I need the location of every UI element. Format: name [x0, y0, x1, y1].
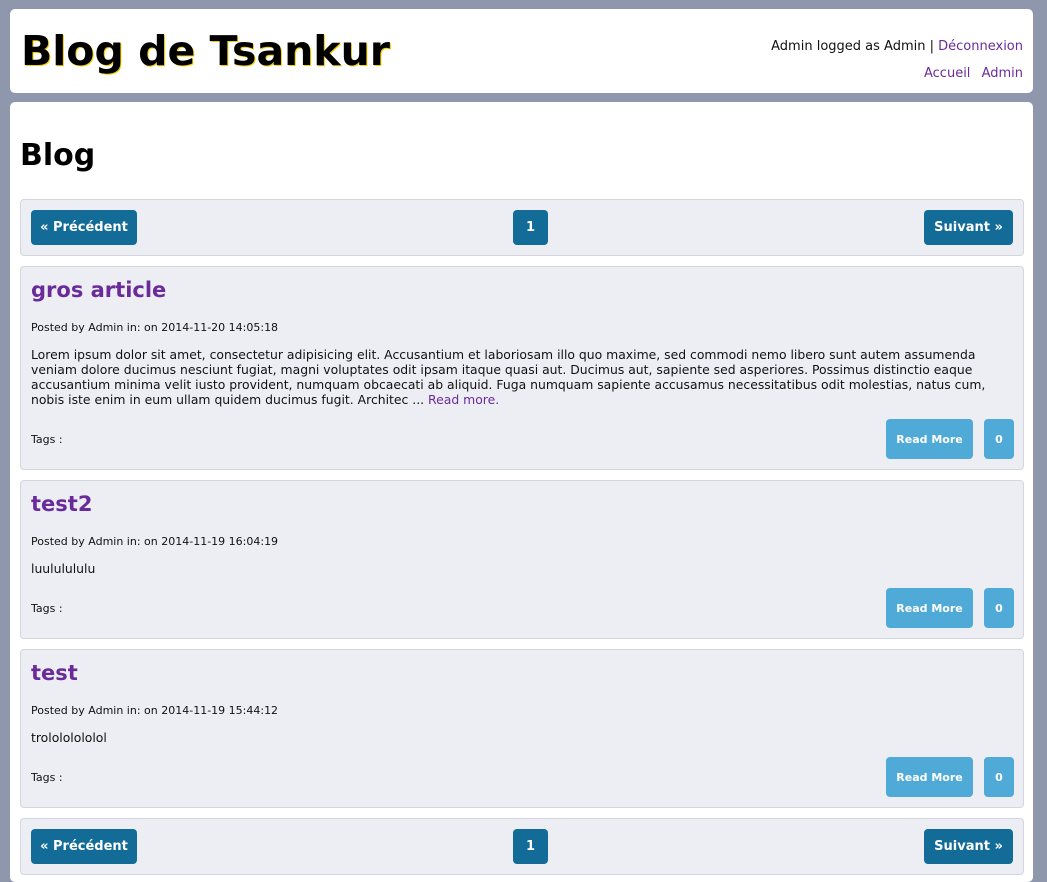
separator: |	[929, 39, 934, 54]
comment-count-button[interactable]: 0	[984, 757, 1014, 797]
site-header: Blog de Tsankur Admin logged as Admin | …	[10, 9, 1033, 93]
post-meta: Posted by Admin in: on 2014-11-20 14:05:…	[31, 321, 279, 334]
comment-count-button[interactable]: 0	[984, 588, 1014, 628]
nav-admin-link[interactable]: Admin	[982, 66, 1023, 81]
page-title: Blog	[20, 138, 96, 173]
read-more-button[interactable]: Read More	[886, 588, 973, 628]
top-nav: Accueil Admin	[917, 66, 1023, 82]
page-number-button[interactable]: 1	[513, 829, 548, 864]
site-title: Blog de Tsankur	[21, 27, 390, 75]
post-card: test2 Posted by Admin in: on 2014-11-19 …	[20, 480, 1024, 639]
page-number-button[interactable]: 1	[513, 210, 548, 245]
pagination-bottom: « Précédent 1 Suivant »	[20, 818, 1024, 875]
post-excerpt: Lorem ipsum dolor sit amet, consectetur …	[31, 347, 1011, 407]
read-more-link[interactable]: Read more.	[428, 392, 499, 407]
logged-in-text: Admin logged as Admin	[771, 39, 926, 54]
comment-count-button[interactable]: 0	[984, 419, 1014, 459]
read-more-button[interactable]: Read More	[886, 419, 973, 459]
read-more-button[interactable]: Read More	[886, 757, 973, 797]
previous-page-button[interactable]: « Précédent	[31, 210, 137, 245]
post-title-link[interactable]: gros article	[31, 277, 166, 303]
post-title-link[interactable]: test	[31, 660, 78, 686]
post-card: test Posted by Admin in: on 2014-11-19 1…	[20, 649, 1024, 808]
post-card: gros article Posted by Admin in: on 2014…	[20, 266, 1024, 470]
pagination-top: « Précédent 1 Suivant »	[20, 199, 1024, 256]
previous-page-button[interactable]: « Précédent	[31, 829, 137, 864]
user-status: Admin logged as Admin | Déconnexion	[771, 39, 1023, 55]
post-meta: Posted by Admin in: on 2014-11-19 16:04:…	[31, 535, 279, 548]
logout-link[interactable]: Déconnexion	[938, 39, 1023, 54]
next-page-button[interactable]: Suivant »	[924, 829, 1013, 864]
nav-home-link[interactable]: Accueil	[924, 66, 970, 81]
main-content: Blog « Précédent 1 Suivant » gros articl…	[10, 102, 1033, 882]
post-tags: Tags :	[31, 771, 63, 784]
post-excerpt: trolololololol	[31, 730, 107, 745]
post-title-link[interactable]: test2	[31, 491, 92, 517]
post-excerpt-text: Lorem ipsum dolor sit amet, consectetur …	[31, 347, 986, 407]
post-tags: Tags :	[31, 433, 63, 446]
post-meta: Posted by Admin in: on 2014-11-19 15:44:…	[31, 704, 279, 717]
next-page-button[interactable]: Suivant »	[924, 210, 1013, 245]
post-excerpt: luululululu	[31, 561, 96, 576]
post-tags: Tags :	[31, 602, 63, 615]
